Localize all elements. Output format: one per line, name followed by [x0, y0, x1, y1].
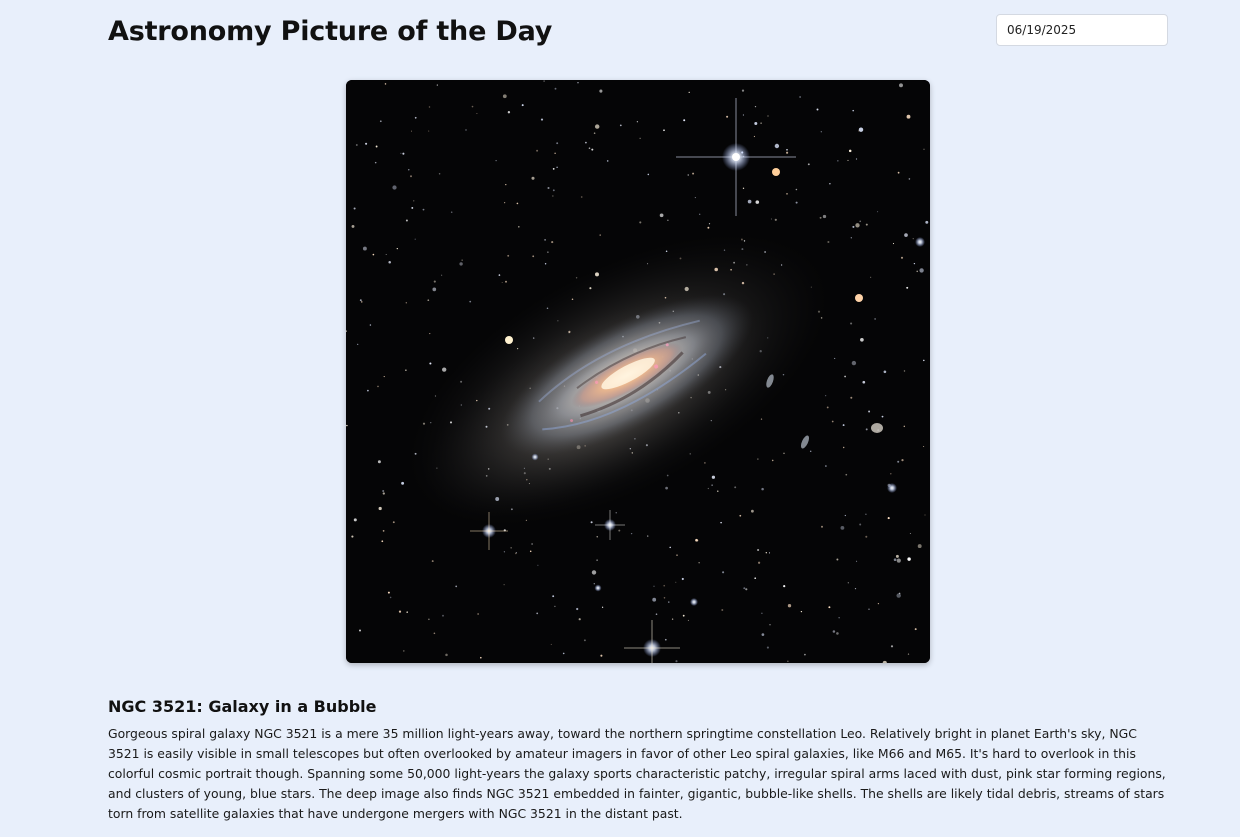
page-header: Astronomy Picture of the Day — [108, 14, 1168, 54]
apod-title: NGC 3521: Galaxy in a Bubble — [108, 697, 377, 716]
apod-caption: NGC 3521: Galaxy in a Bubble Gorgeous sp… — [108, 696, 1168, 824]
apod-explanation: Gorgeous spiral galaxy NGC 3521 is a mer… — [108, 726, 1166, 821]
apod-image — [346, 80, 930, 663]
date-input[interactable] — [996, 14, 1168, 46]
page-title: Astronomy Picture of the Day — [108, 16, 553, 47]
galaxy-photo-icon — [346, 80, 930, 663]
